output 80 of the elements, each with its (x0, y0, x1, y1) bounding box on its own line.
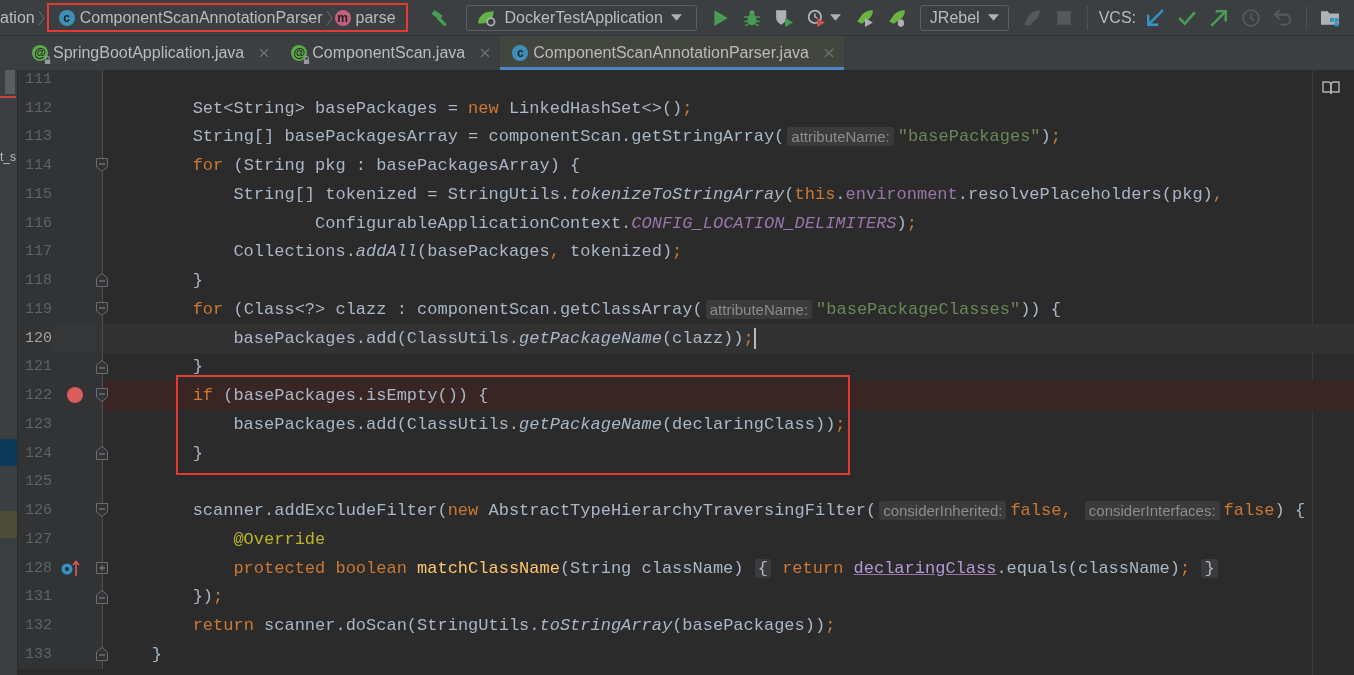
folder-grid-icon[interactable] (1321, 8, 1339, 27)
line-number: 120 (24, 329, 52, 347)
editor-tab[interactable]: @ ComponentScan.java (279, 36, 501, 70)
folded-code[interactable]: { (754, 558, 771, 578)
collapse-icon[interactable] (96, 388, 108, 403)
code-text: String[] basePackagesArray = componentScan.getStringArray( (192, 127, 785, 147)
method-icon: m (334, 9, 351, 26)
code-text: "basePackages"); (897, 127, 1061, 147)
code-text: "basePackageClasses")) { (816, 299, 1061, 319)
rocket-bug-icon[interactable] (887, 8, 906, 27)
code-text: basePackages.add(ClassUtils.getPackageName(declaringClass)); (233, 414, 846, 434)
parameter-hint: considerInterfaces: (1084, 501, 1220, 521)
clock-play-icon[interactable] (806, 8, 825, 27)
code-text: } (192, 443, 203, 463)
annotation-icon: @ (32, 45, 48, 61)
circle-up-arrow-icon[interactable] (61, 559, 81, 576)
caret-icon (670, 14, 682, 21)
expand-icon[interactable] (96, 560, 108, 575)
collapse-icon[interactable] (96, 359, 108, 374)
code-text: false, (1010, 501, 1073, 521)
editor-tab[interactable]: c ComponentScanAnnotationParser.java (500, 36, 844, 70)
code-text: return declaringClass.equals(className); (781, 558, 1192, 578)
run-config-dropdown[interactable]: DockerTestApplication (465, 4, 697, 31)
arrow-down-left-icon[interactable] (1146, 8, 1164, 27)
scrollbar-thumb[interactable] (5, 70, 15, 94)
book-icon[interactable] (1322, 81, 1340, 95)
rocket-play-icon[interactable] (855, 8, 874, 27)
shield-play-icon[interactable] (774, 8, 793, 27)
collapse-icon[interactable] (96, 589, 108, 604)
code-text: ConfigurableApplicationContext.CONFIG_LOCATION_DELIMITERS); (315, 213, 917, 233)
breadcrumb-item[interactable]: ComponentScanAnnotationParser (79, 8, 323, 27)
code-text: protected boolean matchClassName(String className) (233, 558, 745, 578)
class-icon: c (58, 9, 75, 26)
close-icon[interactable] (480, 48, 491, 58)
bug-icon[interactable] (742, 8, 761, 27)
code-text: }); (192, 587, 224, 607)
code-text: for (Class<?> clazz : componentScan.getClassArray( (192, 299, 703, 319)
code-text: } (151, 644, 162, 664)
code-text: Collections.addAll(basePackages, tokenized); (233, 242, 683, 262)
collapse-icon[interactable] (96, 445, 108, 460)
code-text: scanner.addExcludeFilter(new AbstractTypeHierarchyTraversingFilter( (192, 501, 877, 521)
folded-code[interactable]: } (1201, 558, 1218, 578)
chevron-icon (325, 9, 333, 26)
leaf-gear-icon (476, 8, 497, 27)
caret-icon[interactable] (829, 14, 841, 21)
tree-item[interactable]: t_s (0, 150, 17, 164)
code-text: @Override (233, 529, 326, 549)
vcs-label: VCS: (1098, 8, 1136, 27)
collapse-icon[interactable] (96, 647, 108, 661)
collapse-icon[interactable] (96, 158, 108, 173)
code-text: String[] tokenized = StringUtils.tokenizeToStringArray(this.environment.resolvePlaceholders(pkg), (233, 184, 1223, 204)
code-text: } (192, 271, 203, 291)
collapse-icon[interactable] (96, 503, 108, 518)
parameter-hint: attributeName: (787, 127, 894, 147)
arrow-up-right-icon[interactable] (1210, 8, 1228, 27)
code-text: false) { (1223, 501, 1306, 521)
collapse-icon[interactable] (96, 273, 108, 288)
close-icon[interactable] (259, 48, 270, 58)
class-icon: c (512, 45, 529, 61)
annotation-icon: @ (291, 45, 308, 61)
close-icon[interactable] (823, 48, 834, 58)
breakpoint-icon[interactable] (67, 387, 83, 404)
breadcrumb-item[interactable]: parse (355, 8, 396, 27)
parameter-hint: considerInherited: (879, 501, 1007, 521)
hammer-icon[interactable] (430, 8, 449, 27)
code-text: Set<String> basePackages = new LinkedHashSet<>(); (192, 98, 693, 118)
jrebel-dropdown[interactable]: JRebel (919, 4, 1009, 31)
error-mark (0, 96, 16, 98)
collapse-icon[interactable] (96, 302, 108, 316)
code-text: basePackages.add(ClassUtils.getPackageName(clazz)); (233, 328, 754, 348)
code-text: return scanner.doScan(StringUtils.toStringArray(basePackages)); (192, 616, 836, 636)
parameter-hint: attributeName: (705, 299, 813, 319)
code-text: for (String pkg : basePackagesArray) { (192, 156, 581, 176)
chevron-icon (37, 9, 45, 26)
code-text: } (192, 357, 203, 377)
editor-tab[interactable]: @ SpringBootApplication.java (20, 36, 280, 70)
text-cursor (753, 327, 756, 349)
code-text: if (basePackages.isEmpty()) { (192, 386, 489, 406)
caret-icon (987, 14, 999, 21)
breadcrumb-item[interactable]: ation (0, 8, 35, 27)
